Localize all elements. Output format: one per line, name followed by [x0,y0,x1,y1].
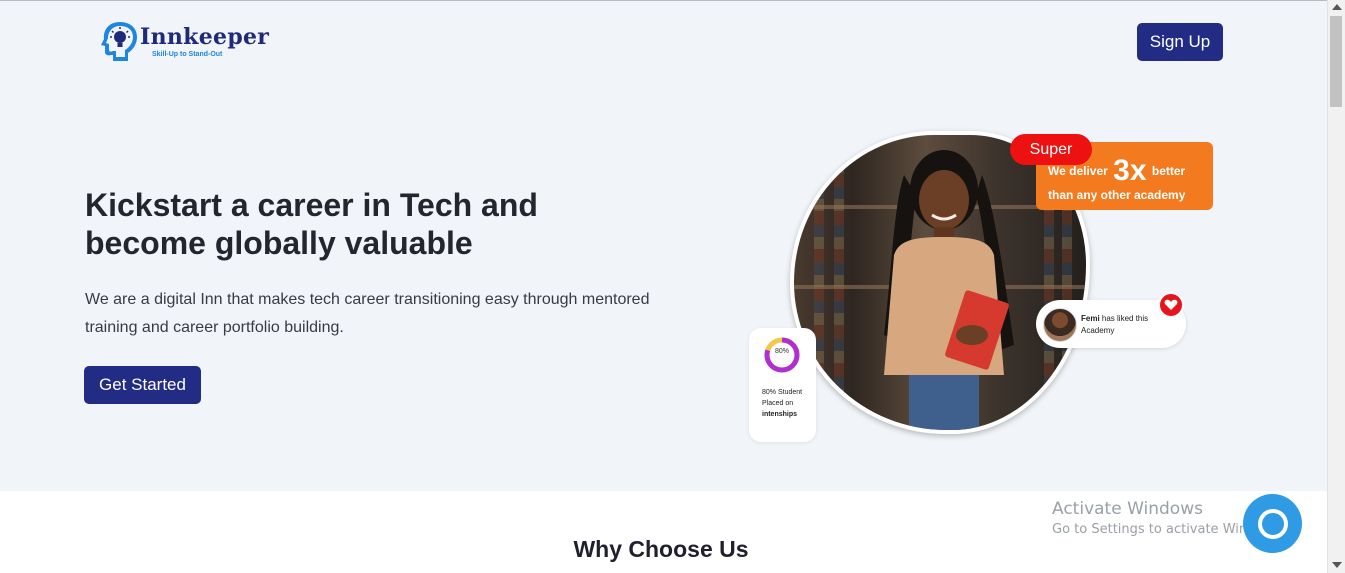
scrollbar-thumb[interactable] [1330,16,1342,107]
heart-icon [1158,292,1184,318]
why-choose-us-heading: Why Choose Us [573,536,749,562]
get-started-button[interactable]: Get Started [84,366,201,404]
signup-button[interactable]: Sign Up [1137,23,1223,61]
logo-name: Innkeeper [140,24,270,50]
like-name: Femi [1081,314,1100,323]
placement-stat-card: 80% 80% Student Placed on intenships [749,328,816,442]
head-lightbulb-logo-icon [101,22,137,61]
bookshelf-decoration [834,135,844,430]
site-logo[interactable]: Innkeeper Skill-Up to Stand-Out [100,20,280,64]
donut-percent-label: 80% [774,348,789,355]
hero-subtext: We are a digital Inn that makes tech car… [85,291,650,336]
chat-bubble-icon[interactable] [1243,494,1302,553]
stat-line1: 80% Student [762,389,803,396]
stat-line2: Placed on [762,400,794,407]
promo-multiplier: 3x [1113,154,1147,187]
stat-line3: intenships [762,411,798,418]
window-top-border [0,0,1345,1]
hero-headline-line2: become globally valuable [85,225,473,261]
scroll-down-arrow-icon[interactable] [1332,562,1342,568]
femi-avatar [1043,308,1077,342]
promo-prefix: We deliver [1048,164,1108,178]
super-badge: Super [1010,134,1092,165]
promo-line2: than any other academy [1048,188,1186,202]
hero-headline: Kickstart a career in Tech and become gl… [85,186,645,262]
page-scrollbar[interactable] [1327,0,1345,573]
placement-stat-text: 80% Student Placed on intenships [762,387,816,420]
promo-suffix: better [1151,164,1186,178]
hero-headline-line1: Kickstart a career in Tech and [85,187,538,223]
scroll-up-arrow-icon[interactable] [1332,4,1342,10]
chat-ring [1257,508,1288,539]
student-figure-illustration [884,150,1014,430]
placement-donut-chart [764,337,800,373]
logo-tagline: Skill-Up to Stand-Out [152,51,223,58]
